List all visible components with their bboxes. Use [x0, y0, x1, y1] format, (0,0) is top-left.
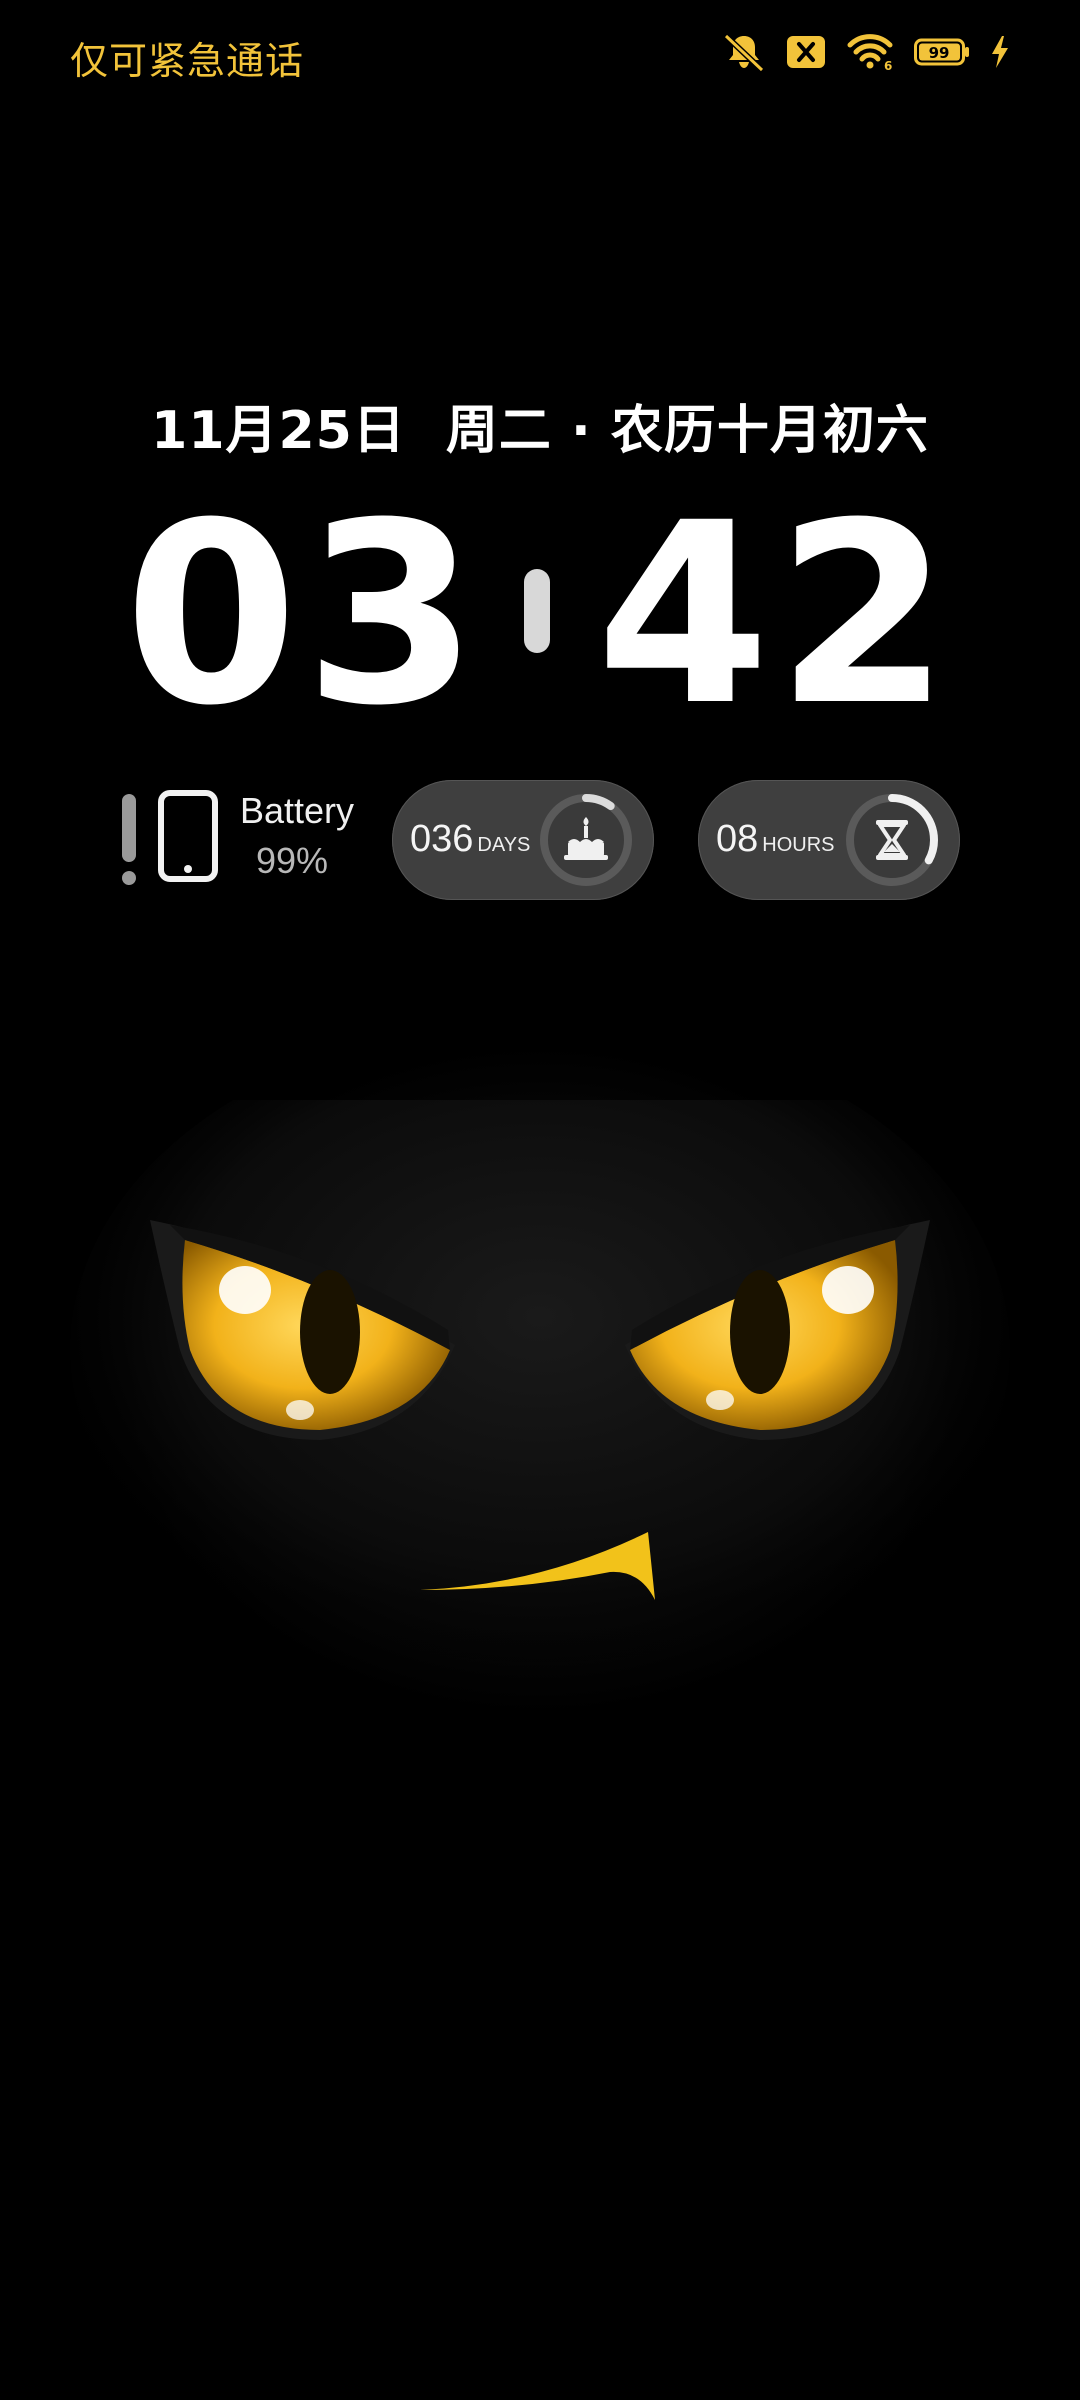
- wifi-icon: 6: [846, 33, 894, 71]
- status-icons: 6 99: [722, 32, 1010, 72]
- sim-x-icon: [786, 34, 826, 70]
- status-bar: 仅可紧急通话 6 99: [0, 0, 1080, 110]
- phone-icon: [158, 790, 218, 882]
- days-counter-value: 036: [410, 818, 474, 860]
- weekday-lunar-text: 周二 · 农历十月初六: [445, 401, 929, 461]
- days-counter-widget[interactable]: 036 DAYS: [392, 780, 654, 900]
- svg-text:6: 6: [884, 59, 892, 71]
- days-counter-unit: DAYS: [477, 834, 531, 856]
- alert-bar-icon: [122, 794, 136, 885]
- battery-value: 99%: [256, 840, 329, 881]
- hours-counter-unit: HOURS: [762, 834, 835, 856]
- charging-bolt-icon: [990, 35, 1010, 69]
- clock-separator: [524, 569, 550, 653]
- battery-icon: 99: [914, 37, 970, 67]
- date-text: 11月25日: [151, 401, 406, 461]
- battery-widget[interactable]: Battery 99%: [118, 790, 378, 890]
- bell-muted-icon: [722, 32, 766, 72]
- hours-counter-widget[interactable]: 08 HOURS: [698, 780, 960, 900]
- days-progress-ring: [540, 794, 632, 886]
- hours-counter-value: 08: [716, 818, 759, 860]
- clock-hours: 03: [124, 469, 484, 760]
- hours-progress-ring: [846, 794, 938, 886]
- clock-minutes: 42: [596, 469, 956, 760]
- days-counter-label: 036 DAYS: [410, 818, 530, 861]
- battery-label: Battery: [240, 790, 355, 831]
- lockscreen-clock: 03 42: [0, 490, 1080, 740]
- lockscreen-date: 11月25日 周二 · 农历十月初六: [0, 388, 1080, 463]
- carrier-text: 仅可紧急通话: [70, 39, 305, 83]
- hours-counter-label: 08 HOURS: [716, 818, 835, 861]
- battery-level-text: 99: [929, 44, 950, 62]
- cat-face-wallpaper: [70, 1100, 1010, 1680]
